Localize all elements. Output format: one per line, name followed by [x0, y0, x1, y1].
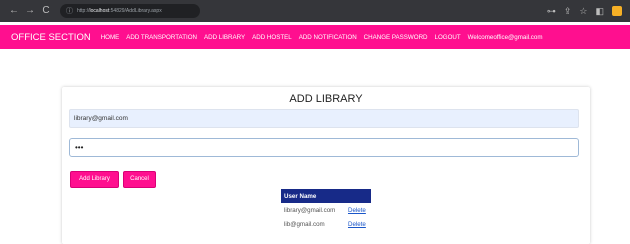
- nav-add-transportation[interactable]: ADD TRANSPORTATION: [126, 34, 197, 41]
- extension-icon[interactable]: [612, 6, 622, 16]
- user-name-cell: library@gmail.com: [284, 206, 336, 214]
- nav-add-notification[interactable]: ADD NOTIFICATION: [299, 34, 357, 41]
- nav-add-hostel[interactable]: ADD HOSTEL: [252, 34, 292, 41]
- table-row: library@gmail.com Delete: [281, 203, 371, 217]
- table-row: lib@gmail.com Delete: [281, 217, 371, 231]
- delete-link[interactable]: Delete: [346, 221, 366, 228]
- nav-logout[interactable]: LOGOUT: [435, 34, 461, 41]
- column-header-user-name: User Name: [281, 189, 371, 203]
- add-library-card: ADD LIBRARY Add Library Cancel User Name…: [62, 87, 590, 244]
- email-field[interactable]: [69, 109, 579, 128]
- reload-icon[interactable]: C: [40, 5, 52, 17]
- nav-add-library[interactable]: ADD LIBRARY: [204, 34, 245, 41]
- sidebar-icon[interactable]: ◧: [595, 5, 604, 17]
- password-field[interactable]: [69, 138, 579, 157]
- star-icon[interactable]: ☆: [579, 5, 587, 17]
- forward-arrow-icon[interactable]: →: [24, 5, 36, 17]
- cancel-button[interactable]: Cancel: [123, 171, 156, 188]
- back-arrow-icon[interactable]: ←: [8, 5, 20, 17]
- nav-welcome-user: Welcomeoffice@gmail.com: [467, 33, 543, 41]
- browser-actions: ⊶ ⇪ ☆ ◧: [547, 5, 622, 17]
- url-path: :54829/AddLibrary.aspx: [109, 8, 162, 14]
- share-icon[interactable]: ⇪: [564, 5, 572, 17]
- browser-toolbar: ← → C ⓘ http:// localhost :54829/AddLibr…: [0, 0, 630, 22]
- site-info-icon[interactable]: ⓘ: [66, 6, 73, 16]
- user-name-cell: lib@gmail.com: [284, 220, 325, 228]
- delete-link[interactable]: Delete: [346, 207, 366, 214]
- nav-home[interactable]: HOME: [101, 34, 120, 41]
- page-title: ADD LIBRARY: [289, 93, 363, 105]
- top-navbar: OFFICE SECTION HOME ADD TRANSPORTATION A…: [0, 25, 630, 49]
- address-bar[interactable]: ⓘ http:// localhost :54829/AddLibrary.as…: [60, 4, 200, 18]
- library-users-table: User Name library@gmail.com Delete lib@g…: [281, 189, 371, 231]
- url-host: localhost: [89, 8, 110, 14]
- add-library-button[interactable]: Add Library: [70, 171, 119, 188]
- brand-title[interactable]: OFFICE SECTION: [11, 32, 91, 43]
- url-prefix: http://: [77, 8, 90, 14]
- table-header-row: User Name: [281, 189, 371, 203]
- nav-change-password[interactable]: CHANGE PASSWORD: [364, 34, 428, 41]
- key-icon[interactable]: ⊶: [547, 5, 556, 17]
